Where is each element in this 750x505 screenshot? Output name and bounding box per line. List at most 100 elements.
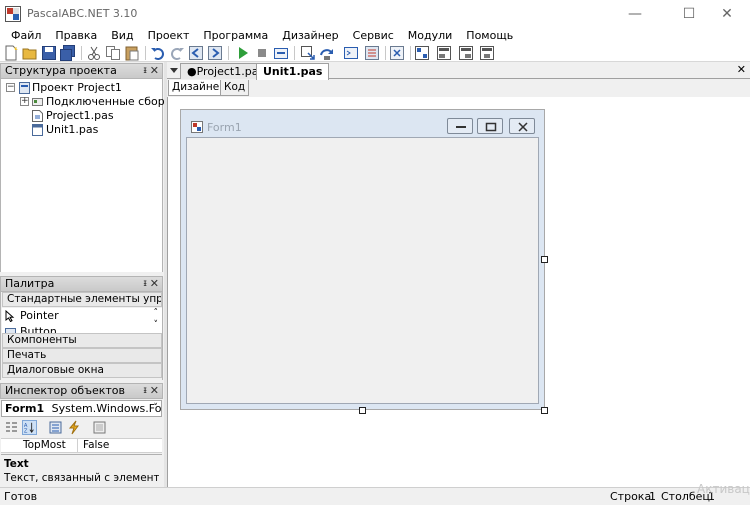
- minimize-button[interactable]: —: [612, 0, 658, 28]
- palette-group-print[interactable]: Печать: [2, 348, 162, 363]
- categorized-icon[interactable]: [4, 420, 19, 435]
- cut-icon[interactable]: [86, 45, 102, 61]
- property-divider: [77, 439, 78, 452]
- palette-group-standard[interactable]: Стандартные элементы управлен: [2, 292, 162, 307]
- tree-item-project1-pas[interactable]: Project1.pas: [46, 109, 114, 123]
- form-file-icon: [32, 124, 43, 136]
- expand-icon[interactable]: +: [20, 97, 29, 106]
- layout-icon-1[interactable]: [414, 45, 430, 61]
- references-icon: [32, 98, 43, 106]
- form-minimize-button: [447, 118, 473, 134]
- redo-icon[interactable]: [169, 45, 185, 61]
- console-icon[interactable]: [343, 45, 359, 61]
- activation-watermark: Активация: [697, 482, 750, 496]
- resize-handle-bottom[interactable]: [359, 407, 366, 414]
- tab-code[interactable]: Код: [220, 80, 250, 96]
- menu-project[interactable]: Проект: [141, 28, 197, 44]
- navigate-back-icon[interactable]: [188, 45, 204, 61]
- description-text: Текст, связанный с элементом ...: [4, 472, 159, 484]
- pointer-icon: [5, 310, 15, 322]
- tree-root-project[interactable]: Проект Project1: [32, 81, 122, 95]
- close-document-icon[interactable]: ✕: [737, 63, 746, 76]
- object-selector[interactable]: Form1 System.Windows.Forms ˅: [1, 400, 162, 417]
- copy-icon[interactable]: [105, 45, 121, 61]
- events-icon[interactable]: [67, 420, 82, 435]
- palette-items-list: Pointer Button ˄ ˅: [2, 308, 162, 333]
- palette-pane-title: Палитра: [5, 277, 55, 290]
- menu-modules[interactable]: Модули: [401, 28, 460, 44]
- menu-program[interactable]: Программа: [196, 28, 275, 44]
- layout-icon-2[interactable]: [436, 45, 452, 61]
- scroll-up-icon[interactable]: ˄: [154, 308, 159, 318]
- close-icon[interactable]: ✕: [150, 64, 159, 78]
- palette-group-dialogs[interactable]: Диалоговые окна: [2, 363, 162, 378]
- save-all-icon[interactable]: [60, 45, 76, 61]
- property-name: TopMost: [23, 439, 66, 451]
- chevron-down-icon: ˅: [153, 403, 159, 413]
- open-folder-icon[interactable]: [22, 45, 38, 61]
- form-close-button: [509, 118, 535, 134]
- project-pane-header: Структура проекта ᵻ ✕: [0, 63, 163, 79]
- new-file-icon[interactable]: [3, 45, 19, 61]
- alphabetical-icon[interactable]: AZ: [22, 420, 37, 435]
- tab-unit1-pas[interactable]: Unit1.pas: [256, 63, 330, 80]
- pin-icon[interactable]: ᵻ: [143, 384, 147, 398]
- toolbar-separator: [228, 46, 229, 60]
- palette-group-components[interactable]: Компоненты: [2, 333, 162, 348]
- menu-view[interactable]: Вид: [104, 28, 140, 44]
- debug-icon[interactable]: [364, 45, 380, 61]
- menu-designer[interactable]: Дизайнер: [275, 28, 345, 44]
- object-type: System.Windows.Forms: [51, 402, 162, 415]
- resize-handle-right[interactable]: [541, 256, 548, 263]
- layout-icon-3[interactable]: [458, 45, 474, 61]
- run-icon[interactable]: [235, 45, 251, 61]
- designer-form[interactable]: Form1: [180, 109, 545, 410]
- pas-file-icon: [32, 110, 43, 122]
- maximize-icon: ☐: [682, 6, 696, 22]
- toolbar-separator: [81, 46, 82, 60]
- tab-list-arrow-icon[interactable]: [170, 66, 178, 74]
- form-client-area[interactable]: [186, 137, 539, 404]
- resize-handle-bottom-right[interactable]: [541, 407, 548, 414]
- menu-file[interactable]: Файл: [0, 28, 48, 44]
- stop-icon[interactable]: [254, 45, 270, 61]
- palette-item-pointer[interactable]: Pointer: [20, 308, 59, 324]
- layout-icon-4[interactable]: [479, 45, 495, 61]
- close-button[interactable]: ✕: [704, 0, 750, 28]
- project-pane-title: Структура проекта: [5, 64, 117, 77]
- property-row-topmost[interactable]: TopMost False: [1, 438, 162, 453]
- pin-icon[interactable]: ᵻ: [143, 64, 147, 78]
- status-bar: Готов Строка 1 Столбец 1 Активация: [0, 482, 750, 505]
- undo-icon[interactable]: [150, 45, 166, 61]
- pin-icon[interactable]: ᵻ: [143, 277, 147, 291]
- collapse-icon[interactable]: −: [6, 83, 15, 92]
- paste-icon[interactable]: [124, 45, 140, 61]
- menu-help[interactable]: Помощь: [459, 28, 520, 44]
- minimize-icon: —: [628, 6, 642, 22]
- close-icon[interactable]: ✕: [150, 384, 159, 398]
- close-icon[interactable]: ✕: [150, 277, 159, 291]
- property-value[interactable]: False: [83, 439, 109, 452]
- palette-item-button[interactable]: Button: [20, 324, 57, 333]
- step-over-icon[interactable]: [319, 45, 335, 61]
- breakpoint-icon[interactable]: [389, 45, 405, 61]
- navigate-forward-icon[interactable]: [207, 45, 223, 61]
- menu-service[interactable]: Сервис: [346, 28, 401, 44]
- tree-item-references[interactable]: Подключенные сборки: [46, 95, 178, 109]
- maximize-icon: [485, 122, 497, 132]
- menu-edit[interactable]: Правка: [48, 28, 104, 44]
- save-icon[interactable]: [41, 45, 57, 61]
- window-title: PascalABC.NET 3.10: [27, 7, 138, 20]
- description-title: Text: [4, 458, 29, 470]
- line-value: 1: [649, 490, 656, 503]
- property-pages-icon[interactable]: [92, 420, 107, 435]
- scroll-down-icon[interactable]: ˅: [154, 320, 159, 330]
- properties-icon[interactable]: [48, 420, 63, 435]
- title-bar: PascalABC.NET 3.10 — ☐ ✕: [0, 0, 750, 28]
- toolbar-separator: [410, 46, 411, 60]
- tree-item-unit1-pas[interactable]: Unit1.pas: [46, 123, 98, 137]
- step-into-icon[interactable]: [300, 45, 316, 61]
- project-tree: − Проект Project1 + Подключенные сборки …: [0, 79, 178, 272]
- property-description: Text Текст, связанный с элементом ...: [1, 454, 162, 487]
- compile-icon[interactable]: [273, 45, 289, 61]
